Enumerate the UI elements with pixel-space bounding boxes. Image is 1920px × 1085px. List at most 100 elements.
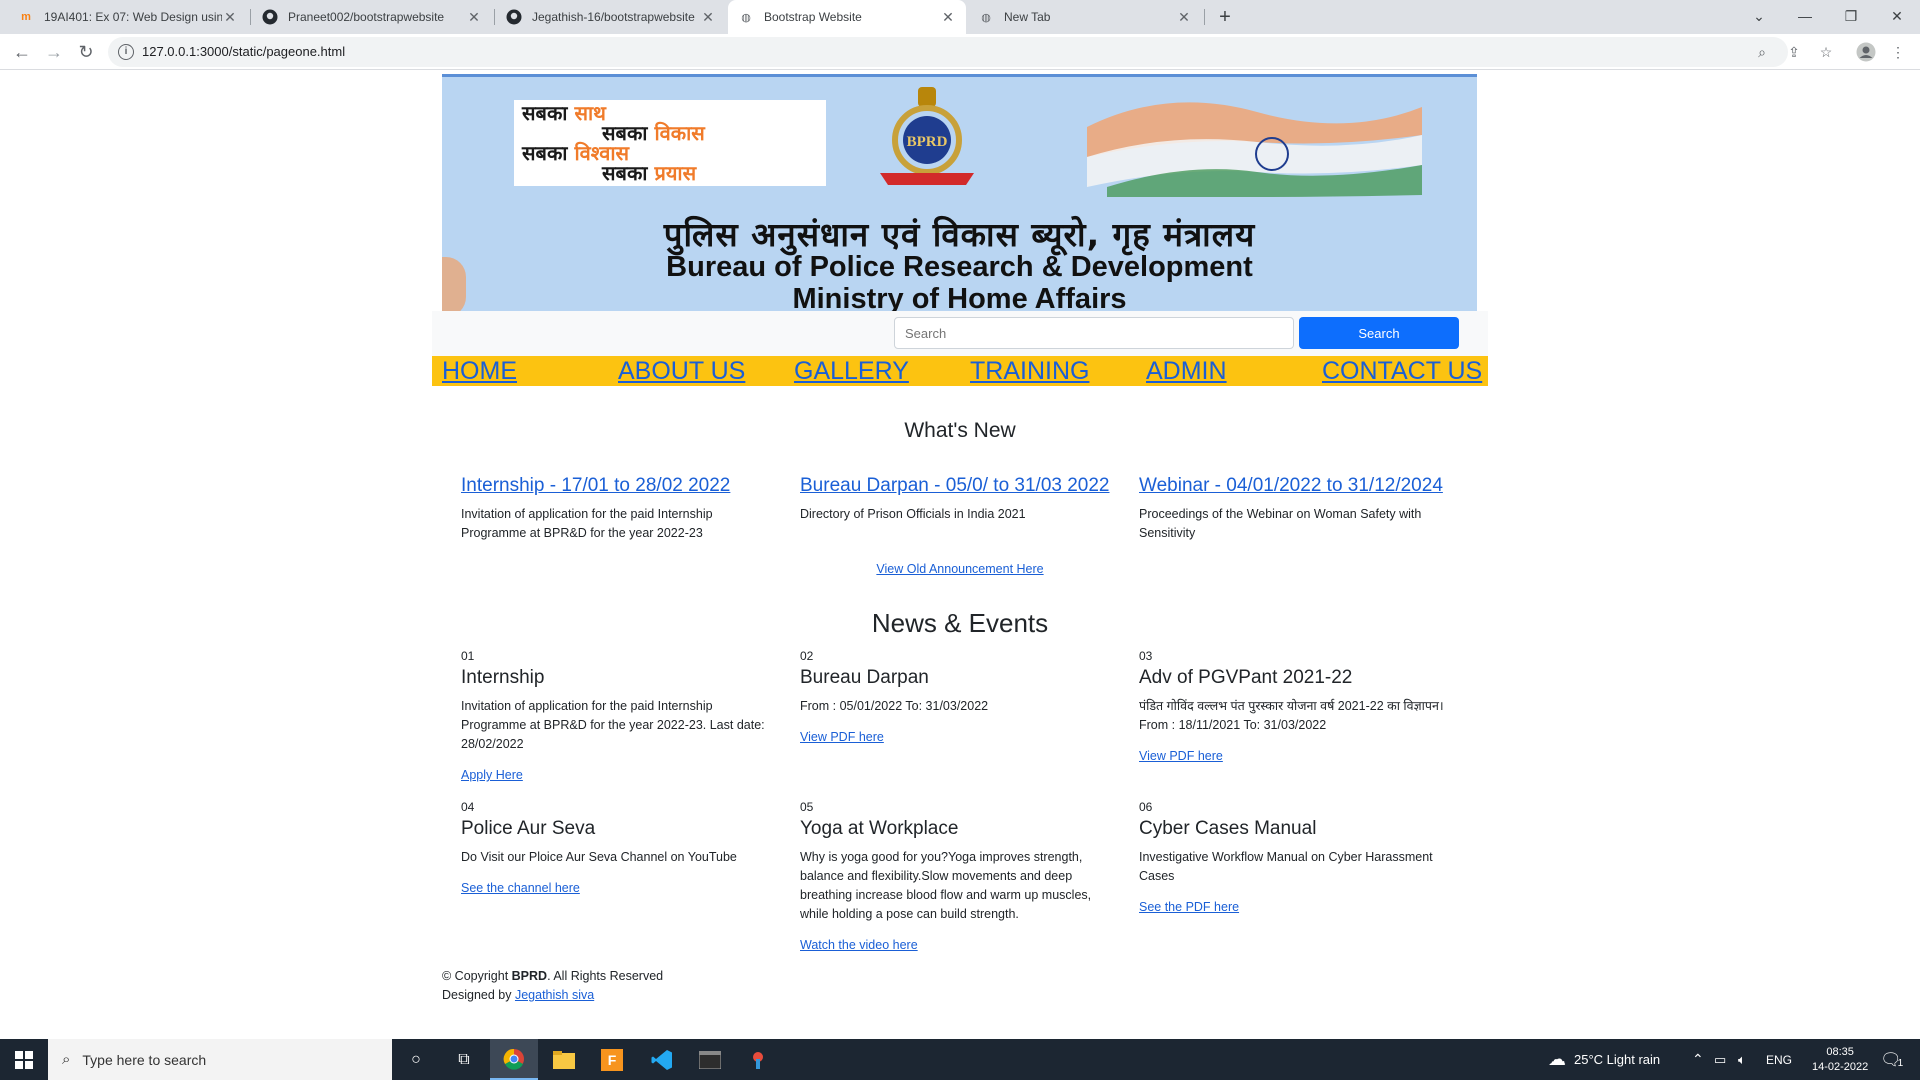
close-window-button[interactable]: ✕ [1874, 0, 1920, 34]
watch-video-link[interactable]: Watch the video here [800, 938, 918, 952]
view-pdf-link[interactable]: View PDF here [1139, 749, 1223, 763]
search-button[interactable]: Search [1299, 317, 1459, 349]
clock-date: 14-02-2022 [1812, 1060, 1869, 1073]
view-pdf-link[interactable]: View PDF here [800, 730, 884, 744]
news-number: 04 [461, 800, 475, 814]
notification-count: 1 [1897, 1058, 1904, 1069]
browser-tab-moodle[interactable]: m 19AI401: Ex 07: Web Design usin ✕ [8, 0, 248, 34]
notification-icon[interactable]: 🗨︎ 1 [1880, 1039, 1903, 1080]
banner-ministry-title: Ministry of Home Affairs [792, 283, 1127, 311]
volume-icon[interactable]: 🔈︎ [1738, 1039, 1746, 1080]
news-heading: Bureau Darpan [800, 667, 929, 688]
close-icon[interactable]: ✕ [1176, 9, 1192, 26]
url-text[interactable]: 127.0.0.1:3000/static/pageone.html [142, 44, 345, 59]
whats-new-heading-link[interactable]: Webinar - 04/01/2022 to 31/12/2024 [1139, 475, 1469, 497]
whats-new-heading-link[interactable]: Bureau Darpan - 05/0/ to 31/03 2022 [800, 475, 1110, 497]
news-text: Investigative Workflow Manual on Cyber H… [1139, 850, 1433, 883]
windows-start-button[interactable] [0, 1039, 48, 1080]
nav-home[interactable]: HOME [442, 357, 517, 386]
browser-tab-bootstrap[interactable]: ◍ Bootstrap Website ✕ [728, 0, 966, 34]
whats-new-title: What's New [904, 419, 1016, 442]
back-arrow-icon[interactable]: ← [8, 38, 36, 66]
news-heading: Police Aur Seva [461, 818, 596, 839]
web-page: सबका साथ सबका विकास सबका विश्वास सबका प्… [0, 71, 1920, 1039]
restore-button[interactable]: ❐ [1828, 0, 1874, 34]
browser-toolbar: ← → ↻ i 127.0.0.1:3000/static/pageone.ht… [0, 34, 1920, 70]
chrome-taskbar-icon[interactable] [490, 1039, 538, 1080]
browser-tab-github-jegathish[interactable]: Jegathish-16/bootstrapwebsite ✕ [496, 0, 726, 34]
taskbar-search-placeholder: Type here to search [82, 1051, 207, 1068]
address-bar[interactable]: i 127.0.0.1:3000/static/pageone.html [108, 37, 1788, 67]
terminal-icon[interactable] [686, 1039, 734, 1080]
whats-new-text: Invitation of application for the paid I… [461, 507, 713, 540]
whats-new-item: Webinar - 04/01/2022 to 31/12/2024 Proce… [1139, 475, 1469, 555]
forward-arrow-icon[interactable]: → [40, 38, 68, 66]
app-python-icon[interactable] [734, 1039, 782, 1080]
close-icon[interactable]: ✕ [466, 9, 482, 26]
tab-separator [494, 9, 495, 25]
close-icon[interactable]: ✕ [222, 9, 238, 26]
zoom-icon[interactable]: ⌕ [1752, 42, 1772, 62]
weather-widget[interactable]: ☁ 25°C Light rain [1548, 1039, 1660, 1080]
globe-icon: ◍ [741, 11, 751, 24]
minimize-button[interactable]: — [1782, 0, 1828, 34]
header-banner: सबका साथ सबका विकास सबका विश्वास सबका प्… [442, 74, 1477, 311]
whats-new-item: Bureau Darpan - 05/0/ to 31/03 2022 Dire… [800, 475, 1110, 536]
news-item: 05 Yoga at Workplace Why is yoga good fo… [800, 800, 1110, 954]
nav-gallery[interactable]: GALLERY [794, 357, 909, 386]
search-icon: ⌕ [62, 1051, 71, 1068]
network-icon[interactable]: ▭ [1714, 1039, 1726, 1080]
browser-tab-github-praneet[interactable]: Praneet002/bootstrapwebsite ✕ [252, 0, 492, 34]
news-item: 04 Police Aur Seva Do Visit our Ploice A… [461, 800, 771, 897]
app-f-icon[interactable]: F [588, 1039, 636, 1080]
news-heading: Adv of PGVPant 2021-22 [1139, 667, 1353, 688]
flag-graphic [1087, 87, 1422, 197]
weather-text: 25°C Light rain [1574, 1052, 1661, 1067]
designed-by-line: Designed by Jegathish siva [442, 988, 595, 1002]
news-heading: Internship [461, 667, 545, 688]
nav-admin[interactable]: ADMIN [1146, 357, 1227, 386]
news-text: Why is yoga good for you?Yoga improves s… [800, 850, 1092, 921]
see-channel-link[interactable]: See the channel here [461, 881, 580, 895]
news-text: पंडित गोविंद वल्लभ पंत पुरस्कार योजना वर… [1139, 699, 1444, 732]
whats-new-heading-link[interactable]: Internship - 17/01 to 28/02 2022 [461, 475, 771, 497]
clock[interactable]: 08:35 14-02-2022 [1812, 1039, 1868, 1080]
task-view-icon[interactable]: ⧉ [440, 1039, 488, 1080]
nav-contact-us[interactable]: CONTACT US [1322, 357, 1482, 386]
nav-training[interactable]: TRAINING [970, 357, 1089, 386]
vscode-icon[interactable] [638, 1039, 686, 1080]
search-bar-row: Search [432, 311, 1488, 357]
file-explorer-icon[interactable] [540, 1039, 588, 1080]
browser-tab-strip: m 19AI401: Ex 07: Web Design usin ✕ Pran… [0, 0, 1920, 34]
bookmark-star-icon[interactable]: ☆ [1816, 42, 1836, 62]
copyright-line: © Copyright BPRD. All Rights Reserved [442, 969, 664, 983]
tab-title: Jegathish-16/bootstrapwebsite [532, 10, 695, 24]
github-icon [506, 9, 522, 25]
share-icon[interactable]: ⇪ [1784, 42, 1804, 62]
tab-separator [250, 9, 251, 25]
whats-new-text: Directory of Prison Officials in India 2… [800, 507, 1026, 521]
see-pdf-link[interactable]: See the PDF here [1139, 900, 1239, 914]
cortana-icon[interactable]: ○ [392, 1039, 440, 1080]
news-item: 01 Internship Invitation of application … [461, 649, 771, 784]
profile-avatar-icon[interactable] [1856, 42, 1876, 62]
language-indicator[interactable]: ENG [1766, 1039, 1792, 1080]
slogan-box: सबका साथ सबका विकास सबका विश्वास सबका प्… [514, 100, 826, 186]
new-tab-button[interactable]: + [1212, 4, 1238, 30]
nav-about-us[interactable]: ABOUT US [618, 357, 745, 386]
taskbar-search-box[interactable]: ⌕ Type here to search [48, 1039, 392, 1080]
browser-tab-new[interactable]: ◍ New Tab ✕ [968, 0, 1202, 34]
tab-search-chevron-icon[interactable]: ⌄ [1736, 0, 1782, 34]
news-item: 02 Bureau Darpan From : 05/01/2022 To: 3… [800, 649, 1110, 746]
info-icon[interactable]: i [118, 44, 134, 60]
close-icon[interactable]: ✕ [940, 9, 956, 26]
news-number: 06 [1139, 800, 1153, 814]
view-old-announcement-link[interactable]: View Old Announcement Here [0, 562, 1920, 576]
search-input[interactable] [894, 317, 1294, 349]
close-icon[interactable]: ✕ [700, 9, 716, 26]
chevron-up-icon[interactable]: ⌃ [1692, 1039, 1704, 1080]
apply-here-link[interactable]: Apply Here [461, 768, 523, 782]
reload-icon[interactable]: ↻ [72, 38, 100, 66]
more-menu-icon[interactable]: ⋮ [1888, 42, 1908, 62]
designer-link[interactable]: Jegathish siva [515, 988, 594, 1002]
